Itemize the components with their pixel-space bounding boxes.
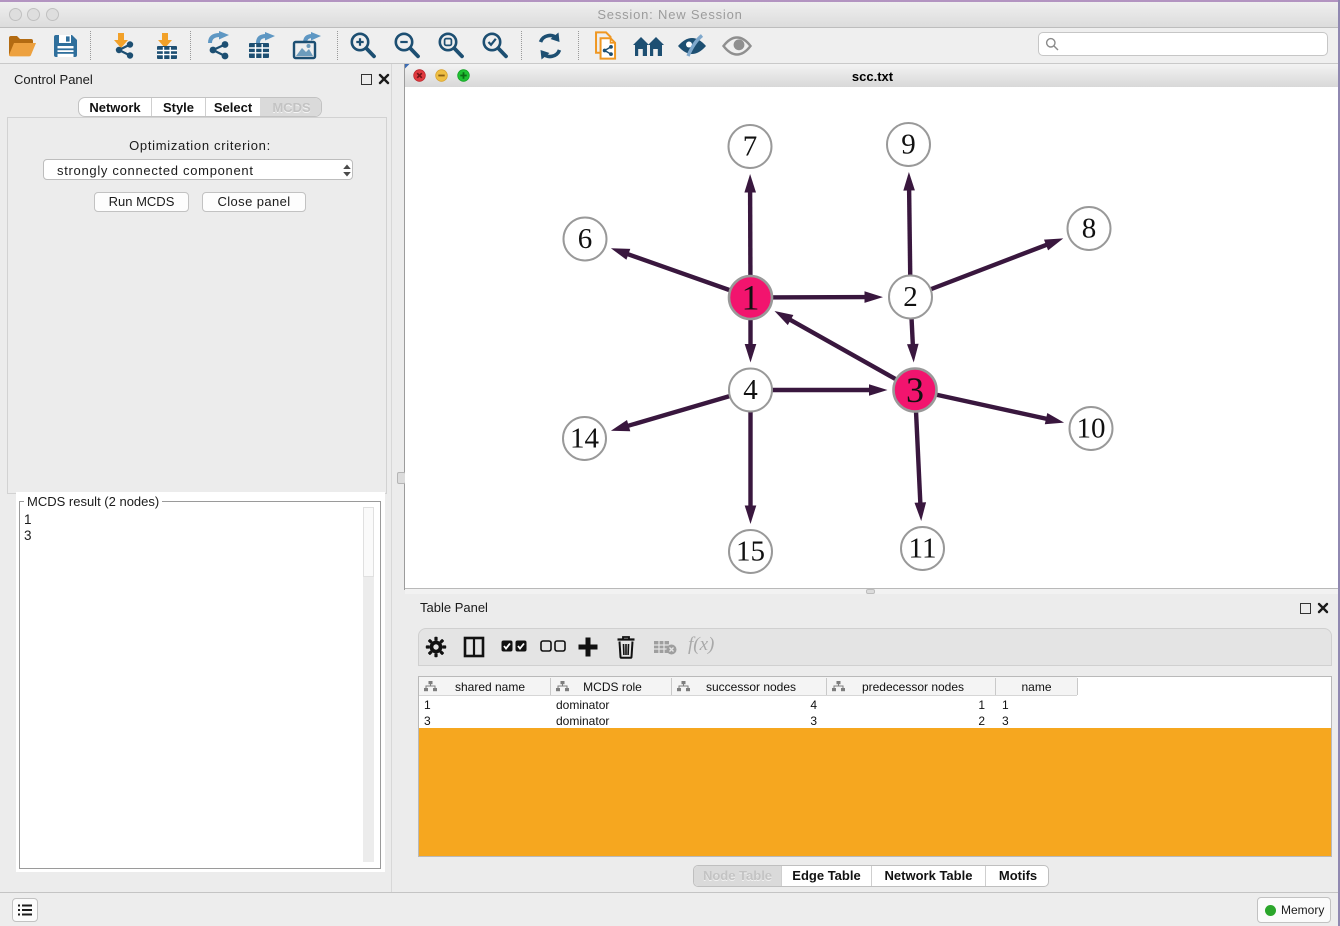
svg-text:8: 8 bbox=[1082, 213, 1097, 245]
svg-text:11: 11 bbox=[909, 533, 937, 565]
svg-text:14: 14 bbox=[570, 423, 600, 455]
svg-text:10: 10 bbox=[1077, 413, 1106, 445]
svg-text:3: 3 bbox=[906, 370, 924, 410]
svg-text:15: 15 bbox=[736, 536, 765, 568]
svg-text:4: 4 bbox=[743, 374, 758, 406]
svg-text:1: 1 bbox=[742, 278, 760, 318]
svg-text:6: 6 bbox=[578, 223, 593, 255]
svg-text:2: 2 bbox=[903, 281, 918, 313]
svg-text:9: 9 bbox=[901, 129, 916, 161]
svg-text:7: 7 bbox=[743, 131, 758, 163]
